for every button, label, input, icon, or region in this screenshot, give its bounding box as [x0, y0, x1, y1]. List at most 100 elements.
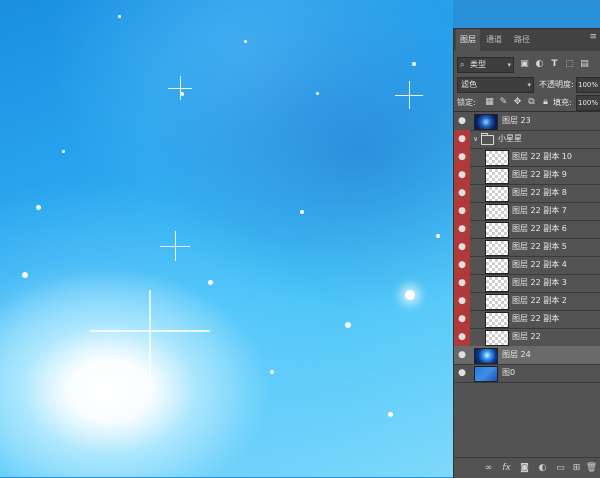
star — [405, 290, 415, 300]
star-flare — [149, 290, 151, 390]
lock-position-icon[interactable]: ✥ — [512, 96, 523, 108]
layer-row[interactable]: ● 图0 — [454, 364, 600, 383]
star-flare — [409, 81, 410, 109]
blend-mode-label: 滤色 — [461, 80, 477, 89]
layer-name: 图层 22 副本 — [512, 314, 560, 323]
visibility-eye-icon[interactable]: ● — [454, 148, 470, 166]
visibility-eye-icon[interactable]: ● — [454, 166, 470, 184]
star — [244, 40, 247, 43]
layer-name: 图层 23 — [502, 116, 531, 125]
layer-row[interactable]: ● 图层 23 — [454, 112, 600, 131]
shape-filter-icon[interactable]: ⬚ — [564, 58, 575, 70]
layer-thumbnail — [485, 204, 509, 220]
lock-artboard-icon[interactable]: ⧉ — [526, 96, 537, 108]
layer-row[interactable]: ● 图层 22 副本 3 — [454, 274, 600, 293]
star — [316, 92, 319, 95]
visibility-eye-icon[interactable]: ● — [454, 202, 470, 220]
layer-name: 图层 22 副本 2 — [512, 296, 567, 305]
layer-row[interactable]: ● 图层 22 — [454, 328, 600, 347]
delete-layer-icon[interactable]: 🗑︎ — [585, 461, 598, 475]
layer-row[interactable]: ● 图层 22 副本 2 — [454, 292, 600, 311]
pixel-filter-icon[interactable]: ▣ — [519, 58, 530, 70]
layer-name: 图0 — [502, 368, 516, 377]
kind-filter-label: 类型 — [470, 60, 486, 69]
layer-row-selected[interactable]: ● 图层 24 — [454, 346, 600, 365]
layers-panel: 图层 通道 路径 ≡ ⌕ 类型 ▾ ▣ ◐ T ⬚ ▤ 滤色 ▾ 不透明度: 1… — [453, 28, 600, 478]
layer-thumbnail — [474, 348, 498, 364]
layer-thumbnail — [474, 114, 498, 130]
layer-thumbnail — [485, 150, 509, 166]
visibility-eye-icon[interactable]: ● — [454, 238, 470, 256]
layer-name: 图层 22 副本 8 — [512, 188, 567, 197]
chevron-down-icon: ▾ — [527, 81, 531, 89]
visibility-eye-icon[interactable]: ● — [454, 256, 470, 274]
adjustment-layer-icon[interactable]: ◐ — [536, 461, 549, 475]
layer-thumbnail — [485, 222, 509, 238]
layer-name: 图层 22 副本 9 — [512, 170, 567, 179]
layer-name: 图层 22 副本 10 — [512, 152, 572, 161]
layer-row[interactable]: ● 图层 22 副本 7 — [454, 202, 600, 221]
layer-row[interactable]: ● 图层 22 副本 4 — [454, 256, 600, 275]
layer-row[interactable]: ● 图层 22 副本 8 — [454, 184, 600, 203]
add-mask-icon[interactable]: ◙ — [518, 461, 531, 475]
layer-thumbnail — [485, 330, 509, 346]
panel-menu-icon[interactable]: ≡ — [589, 32, 597, 42]
layer-row[interactable]: ● 图层 22 副本 6 — [454, 220, 600, 239]
visibility-eye-icon[interactable]: ● — [454, 346, 470, 364]
layer-thumbnail — [485, 276, 509, 292]
star — [118, 15, 121, 18]
filter-row: ⌕ 类型 ▾ ▣ ◐ T ⬚ ▤ — [457, 57, 598, 73]
layer-list: ● 图层 23 ● ∨ 小星星 ● 图层 22 副本 10 ● 图层 22 副本… — [454, 111, 600, 384]
star — [22, 272, 28, 278]
lock-transparent-icon[interactable]: ▦ — [484, 96, 495, 108]
tab-layers[interactable]: 图层 — [456, 29, 480, 51]
star — [436, 234, 440, 238]
fill-label: 填充: — [553, 98, 572, 107]
layer-name: 图层 22 副本 3 — [512, 278, 567, 287]
adjustment-filter-icon[interactable]: ◐ — [534, 58, 545, 70]
layer-group-row[interactable]: ● ∨ 小星星 — [454, 130, 600, 149]
layer-row[interactable]: ● 图层 22 副本 10 — [454, 148, 600, 167]
chevron-down-icon[interactable]: ∨ — [473, 130, 478, 148]
lock-all-icon[interactable]: 🔒︎ — [540, 96, 551, 108]
visibility-eye-icon[interactable]: ● — [454, 292, 470, 310]
opacity-field[interactable]: 100% — [576, 77, 600, 93]
fill-field[interactable]: 100% — [576, 95, 600, 111]
visibility-eye-icon[interactable]: ● — [454, 364, 470, 382]
tab-channels[interactable]: 通道 — [482, 29, 506, 51]
layer-name: 图层 22 副本 7 — [512, 206, 567, 215]
kind-filter-select[interactable]: ⌕ 类型 ▾ — [457, 57, 514, 73]
visibility-eye-icon[interactable]: ● — [454, 112, 470, 130]
star — [345, 322, 351, 328]
layer-row[interactable]: ● 图层 22 副本 5 — [454, 238, 600, 257]
visibility-eye-icon[interactable]: ● — [454, 274, 470, 292]
document-canvas[interactable] — [0, 0, 453, 477]
new-group-icon[interactable]: ▭ — [554, 461, 567, 475]
layer-row[interactable]: ● 图层 22 副本 9 — [454, 166, 600, 185]
layer-thumbnail — [474, 366, 498, 382]
star-flare — [180, 76, 181, 100]
chevron-down-icon: ▾ — [507, 61, 511, 69]
star — [270, 370, 274, 374]
layer-style-icon[interactable]: fx — [500, 461, 513, 475]
smart-object-filter-icon[interactable]: ▤ — [579, 58, 590, 70]
visibility-eye-icon[interactable]: ● — [454, 328, 470, 346]
star — [208, 280, 213, 285]
blend-mode-select[interactable]: 滤色 ▾ — [457, 77, 534, 93]
visibility-eye-icon[interactable]: ● — [454, 310, 470, 328]
panel-footer: ∞ fx ◙ ◐ ▭ ⊞ 🗑︎ — [454, 457, 600, 478]
tab-paths[interactable]: 路径 — [510, 29, 534, 51]
visibility-eye-icon[interactable]: ● — [454, 220, 470, 238]
layer-name: 图层 24 — [502, 350, 531, 359]
visibility-eye-icon[interactable]: ● — [454, 130, 470, 148]
blend-row: 滤色 ▾ 不透明度: 100% — [457, 77, 600, 93]
new-layer-icon[interactable]: ⊞ — [570, 461, 583, 475]
type-filter-icon[interactable]: T — [549, 58, 560, 70]
layer-row[interactable]: ● 图层 22 副本 — [454, 310, 600, 329]
layer-thumbnail — [485, 186, 509, 202]
link-layers-icon[interactable]: ∞ — [482, 461, 495, 475]
layer-thumbnail — [485, 168, 509, 184]
star — [388, 412, 393, 417]
lock-image-icon[interactable]: ✎ — [498, 96, 509, 108]
visibility-eye-icon[interactable]: ● — [454, 184, 470, 202]
